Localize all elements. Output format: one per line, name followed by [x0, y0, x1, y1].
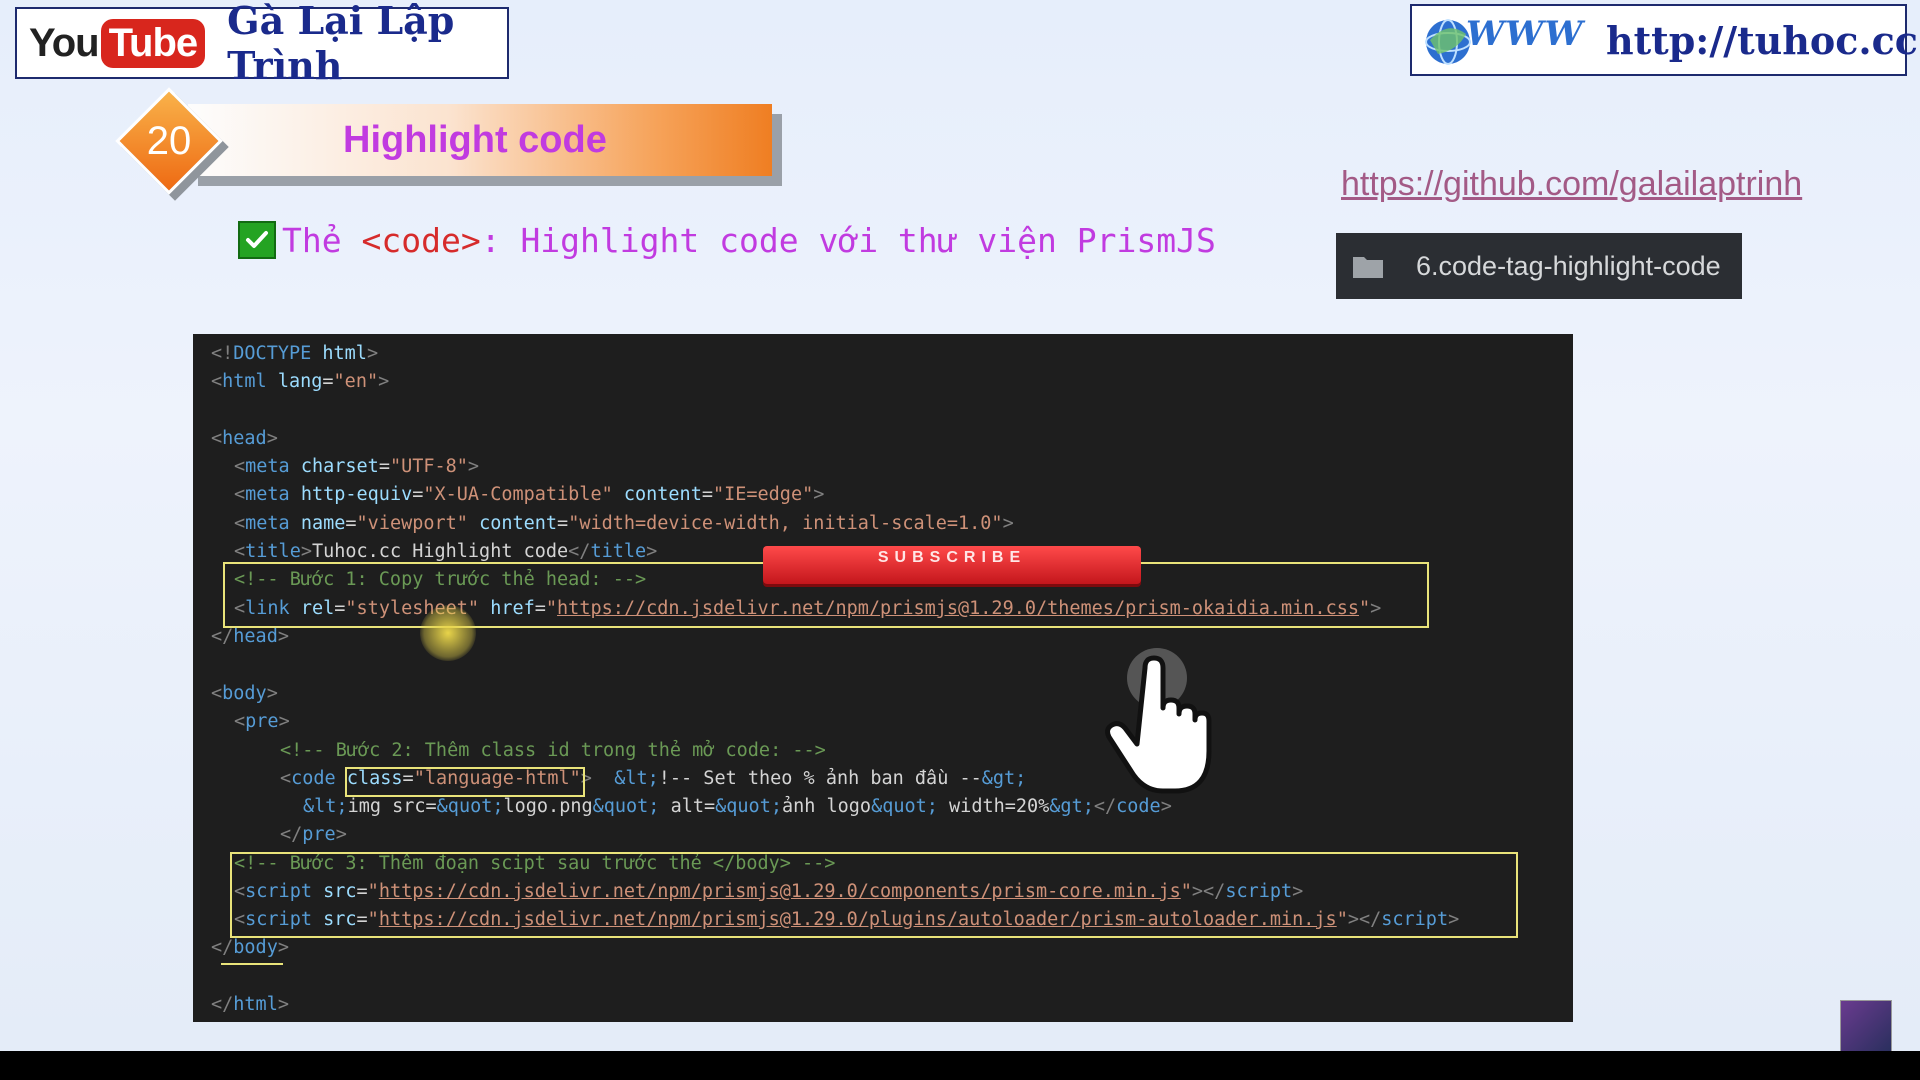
- lesson-banner: Highlight code: [188, 104, 772, 176]
- lesson-number: 20: [146, 118, 192, 163]
- subtitle-prefix: Thẻ: [282, 220, 362, 260]
- www-text: WWW: [1466, 14, 1584, 54]
- site-banner: WWW http://tuhoc.cc: [1410, 4, 1918, 76]
- channel-brand: You Tube Gà Lại Lập Trình: [15, 0, 509, 88]
- code-line-2: <html lang="en">: [211, 371, 390, 392]
- code-line-5: <meta charset="UTF-8">: [234, 456, 480, 477]
- body-underline: [221, 963, 283, 965]
- code-line-24: </html>: [211, 994, 289, 1015]
- code-line-17: &lt;img src=&quot;logo.png&quot; alt=&qu…: [303, 796, 1172, 817]
- lesson-number-badge: 20: [115, 87, 229, 201]
- folder-icon: [1352, 253, 1384, 279]
- code-editor-screenshot: <!DOCTYPE html> <html lang="en"> <head> …: [193, 334, 1573, 1022]
- mouse-cursor-highlight: [420, 605, 476, 661]
- subscribe-button-overlay[interactable]: SUBSCRIBE: [763, 546, 1141, 584]
- hand-pointer-icon: [1095, 648, 1215, 798]
- video-frame: You Tube Gà Lại Lập Trình WWW http://tuh…: [0, 0, 1920, 1051]
- code-line-22: </body>: [211, 937, 289, 958]
- check-icon: [238, 221, 276, 259]
- youtube-logo-you: You: [29, 20, 100, 65]
- subtitle-rest: : Highlight code với thư viện PrismJS: [480, 220, 1216, 260]
- folder-label: 6.code-tag-highlight-code: [1416, 250, 1721, 281]
- highlight-box-class: [345, 767, 585, 797]
- code-line-1: <!DOCTYPE html>: [211, 343, 379, 364]
- code-line-14: <pre>: [234, 711, 290, 732]
- code-line-4: <head>: [211, 428, 278, 449]
- globe-www-icon: WWW: [1418, 10, 1598, 70]
- code-line-13: <body>: [211, 683, 278, 704]
- lesson-title: Highlight code: [343, 118, 607, 161]
- site-url: http://tuhoc.cc: [1606, 17, 1918, 63]
- highlight-box-step3: [230, 852, 1518, 938]
- folder-chip[interactable]: 6.code-tag-highlight-code: [1336, 233, 1742, 299]
- channel-avatar: [1840, 1000, 1892, 1051]
- slide-subtitle: Thẻ <code>: Highlight code với thư viện …: [238, 218, 1216, 262]
- subtitle-tag: <code>: [361, 220, 481, 260]
- channel-name: Gà Lại Lập Trình: [227, 0, 455, 88]
- github-link[interactable]: https://github.com/galailaptrinh: [1341, 165, 1802, 204]
- code-line-18: </pre>: [280, 824, 347, 845]
- youtube-logo-tube: Tube: [100, 18, 206, 68]
- code-line-6: <meta http-equiv="X-UA-Compatible" conte…: [234, 484, 825, 505]
- code-line-15: <!-- Bước 2: Thêm class id trong thẻ mở …: [280, 740, 826, 761]
- code-line-7: <meta name="viewport" content="width=dev…: [234, 513, 1014, 534]
